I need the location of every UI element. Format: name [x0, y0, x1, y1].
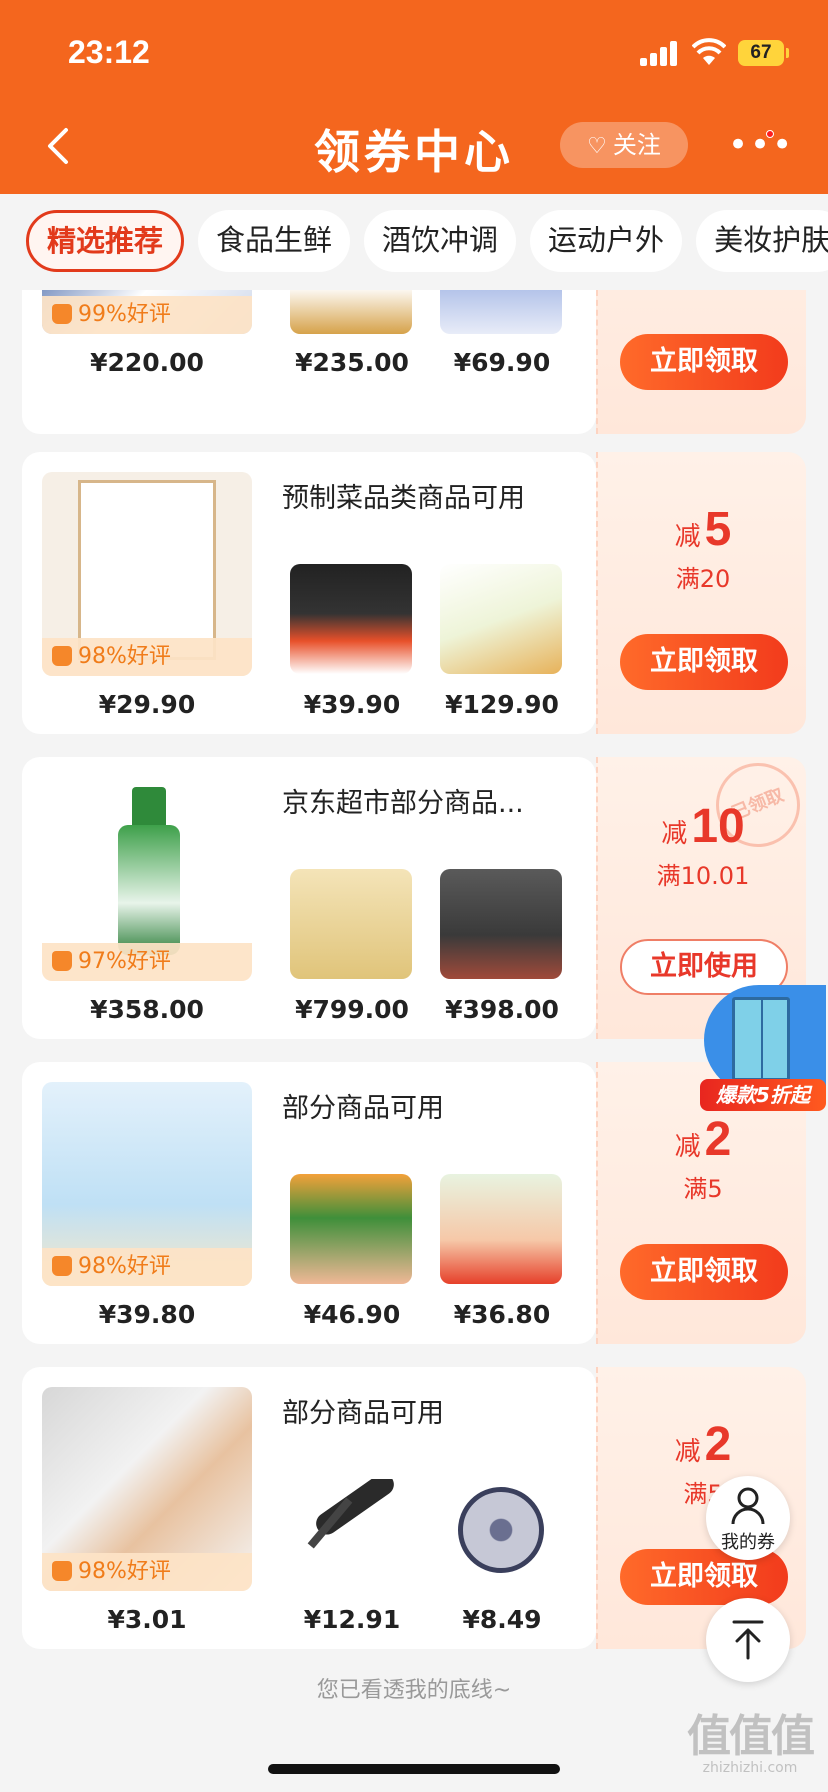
signal-icon: [640, 40, 680, 66]
product-image[interactable]: [290, 869, 412, 979]
coupon-title: 部分商品可用: [282, 1398, 444, 1429]
rating-badge: 98%好评: [42, 1553, 252, 1591]
coupon-title: 部分商品可用: [282, 1093, 444, 1124]
tab-drinks[interactable]: 酒饮冲调: [364, 210, 517, 272]
more-dots-icon: •••: [728, 125, 795, 165]
product-image[interactable]: [440, 564, 562, 674]
coupon-threshold: 满5: [683, 1175, 723, 1203]
watermark: 值值值 zhizhizhi.com: [687, 1711, 815, 1776]
notification-dot: [766, 130, 774, 138]
nav-bar: 领券中心 ♡ 关注 •••: [0, 108, 828, 184]
product-price: ¥235.00: [295, 348, 409, 377]
rating-badge: 98%好评: [42, 638, 252, 676]
claim-button[interactable]: 立即领取: [620, 1549, 788, 1605]
status-bar: 23:12 67: [0, 30, 828, 80]
heart-plus-icon: ♡: [587, 134, 607, 159]
page-title: 领券中心: [314, 125, 514, 179]
my-coupons-button[interactable]: 我的券: [706, 1476, 790, 1560]
product-price: ¥29.90: [98, 690, 196, 719]
coupon-deal: 立即领取: [596, 290, 806, 434]
product-image[interactable]: [440, 869, 562, 979]
coupon-discount: 减10 满10.01: [598, 799, 808, 891]
product-price: ¥46.90: [303, 1300, 401, 1329]
my-coupons-label: 我的券: [721, 1532, 775, 1553]
tab-beauty[interactable]: 美妆护肤: [696, 210, 828, 272]
product-image[interactable]: [440, 1174, 562, 1284]
product-image[interactable]: [290, 1174, 412, 1284]
product-image[interactable]: [440, 290, 562, 334]
product-price: ¥39.90: [303, 690, 401, 719]
coupon-products: 99%好评 ¥220.00 ¥235.00 ¥69.90: [22, 290, 596, 434]
status-time: 23:12: [68, 34, 150, 70]
category-tabs: 精选推荐 食品生鲜 酒饮冲调 运动户外 美妆护肤: [0, 194, 828, 290]
product-price: ¥799.00: [295, 995, 409, 1024]
ad-tag: 爆款5折起: [700, 1079, 826, 1111]
tab-featured[interactable]: 精选推荐: [26, 210, 185, 272]
thumbs-up-icon: [52, 646, 72, 666]
header: 23:12 67 领券中心 ♡ 关注 •••: [0, 0, 828, 194]
product-image[interactable]: [290, 564, 412, 674]
coupon-card: 98%好评 ¥3.01 部分商品可用 ¥12.91 ¥8.49 减2 满5 立即…: [22, 1367, 806, 1649]
rating-badge: 97%好评: [42, 943, 252, 981]
product-price: ¥39.80: [98, 1300, 196, 1329]
product-price: ¥3.01: [107, 1605, 187, 1634]
product-image[interactable]: [290, 1479, 412, 1589]
thumbs-up-icon: [52, 1561, 72, 1581]
claim-button[interactable]: 立即领取: [620, 634, 788, 690]
home-indicator: [268, 1764, 560, 1774]
product-price: ¥358.00: [90, 995, 204, 1024]
tab-food[interactable]: 食品生鲜: [198, 210, 351, 272]
coupon-deal: 减5 满20 立即领取: [596, 452, 806, 734]
product-price: ¥12.91: [303, 1605, 401, 1634]
back-to-top-button[interactable]: [706, 1598, 790, 1682]
product-price: ¥129.90: [445, 690, 559, 719]
coupon-threshold: 满20: [675, 565, 731, 593]
coupon-products: 97%好评 ¥358.00 京东超市部分商品... ¥799.00 ¥398.0…: [22, 757, 596, 1039]
follow-button[interactable]: ♡ 关注: [560, 122, 688, 168]
person-icon: [731, 1487, 765, 1525]
coupon-title: 京东超市部分商品...: [282, 788, 524, 819]
coupon-discount: 减2 满5: [598, 1112, 808, 1204]
coupon-card: 97%好评 ¥358.00 京东超市部分商品... ¥799.00 ¥398.0…: [22, 750, 813, 1039]
product-image[interactable]: [440, 1479, 562, 1589]
battery-icon: 67: [738, 40, 789, 66]
product-price: ¥69.90: [453, 348, 551, 377]
coupon-title: 预制菜品类商品可用: [282, 483, 525, 514]
follow-label: 关注: [612, 131, 661, 159]
product-image[interactable]: [290, 290, 412, 334]
thumbs-up-icon: [52, 1256, 72, 1276]
coupon-products: 98%好评 ¥3.01 部分商品可用 ¥12.91 ¥8.49: [22, 1367, 596, 1649]
wifi-icon: [692, 38, 726, 65]
product-price: ¥8.49: [462, 1605, 542, 1634]
coupon-products: 98%好评 ¥39.80 部分商品可用 ¥46.90 ¥36.80: [22, 1062, 596, 1344]
thumbs-up-icon: [52, 304, 72, 324]
coupon-threshold: 满10.01: [656, 862, 750, 890]
rating-badge: 99%好评: [42, 296, 252, 334]
coupon-card: 98%好评 ¥29.90 预制菜品类商品可用 ¥39.90 ¥129.90 减5…: [22, 452, 806, 734]
product-price: ¥398.00: [445, 995, 559, 1024]
tab-sports[interactable]: 运动户外: [530, 210, 683, 272]
arrow-up-icon: [732, 1620, 764, 1660]
more-button[interactable]: •••: [728, 128, 792, 162]
coupon-products: 98%好评 ¥29.90 预制菜品类商品可用 ¥39.90 ¥129.90: [22, 452, 596, 734]
product-price: ¥36.80: [453, 1300, 551, 1329]
product-price: ¥220.00: [90, 348, 204, 377]
coupon-card: 99%好评 ¥220.00 ¥235.00 ¥69.90 立即领取: [22, 290, 806, 434]
thumbs-up-icon: [52, 951, 72, 971]
claim-button[interactable]: 立即领取: [620, 1244, 788, 1300]
claim-button[interactable]: 立即领取: [620, 334, 788, 390]
rating-badge: 98%好评: [42, 1248, 252, 1286]
coupon-card: 98%好评 ¥39.80 部分商品可用 ¥46.90 ¥36.80 减2 满5 …: [22, 1062, 806, 1344]
coupon-discount: 减5 满20: [598, 502, 808, 594]
floating-ad[interactable]: 爆款5折起: [700, 985, 828, 1111]
